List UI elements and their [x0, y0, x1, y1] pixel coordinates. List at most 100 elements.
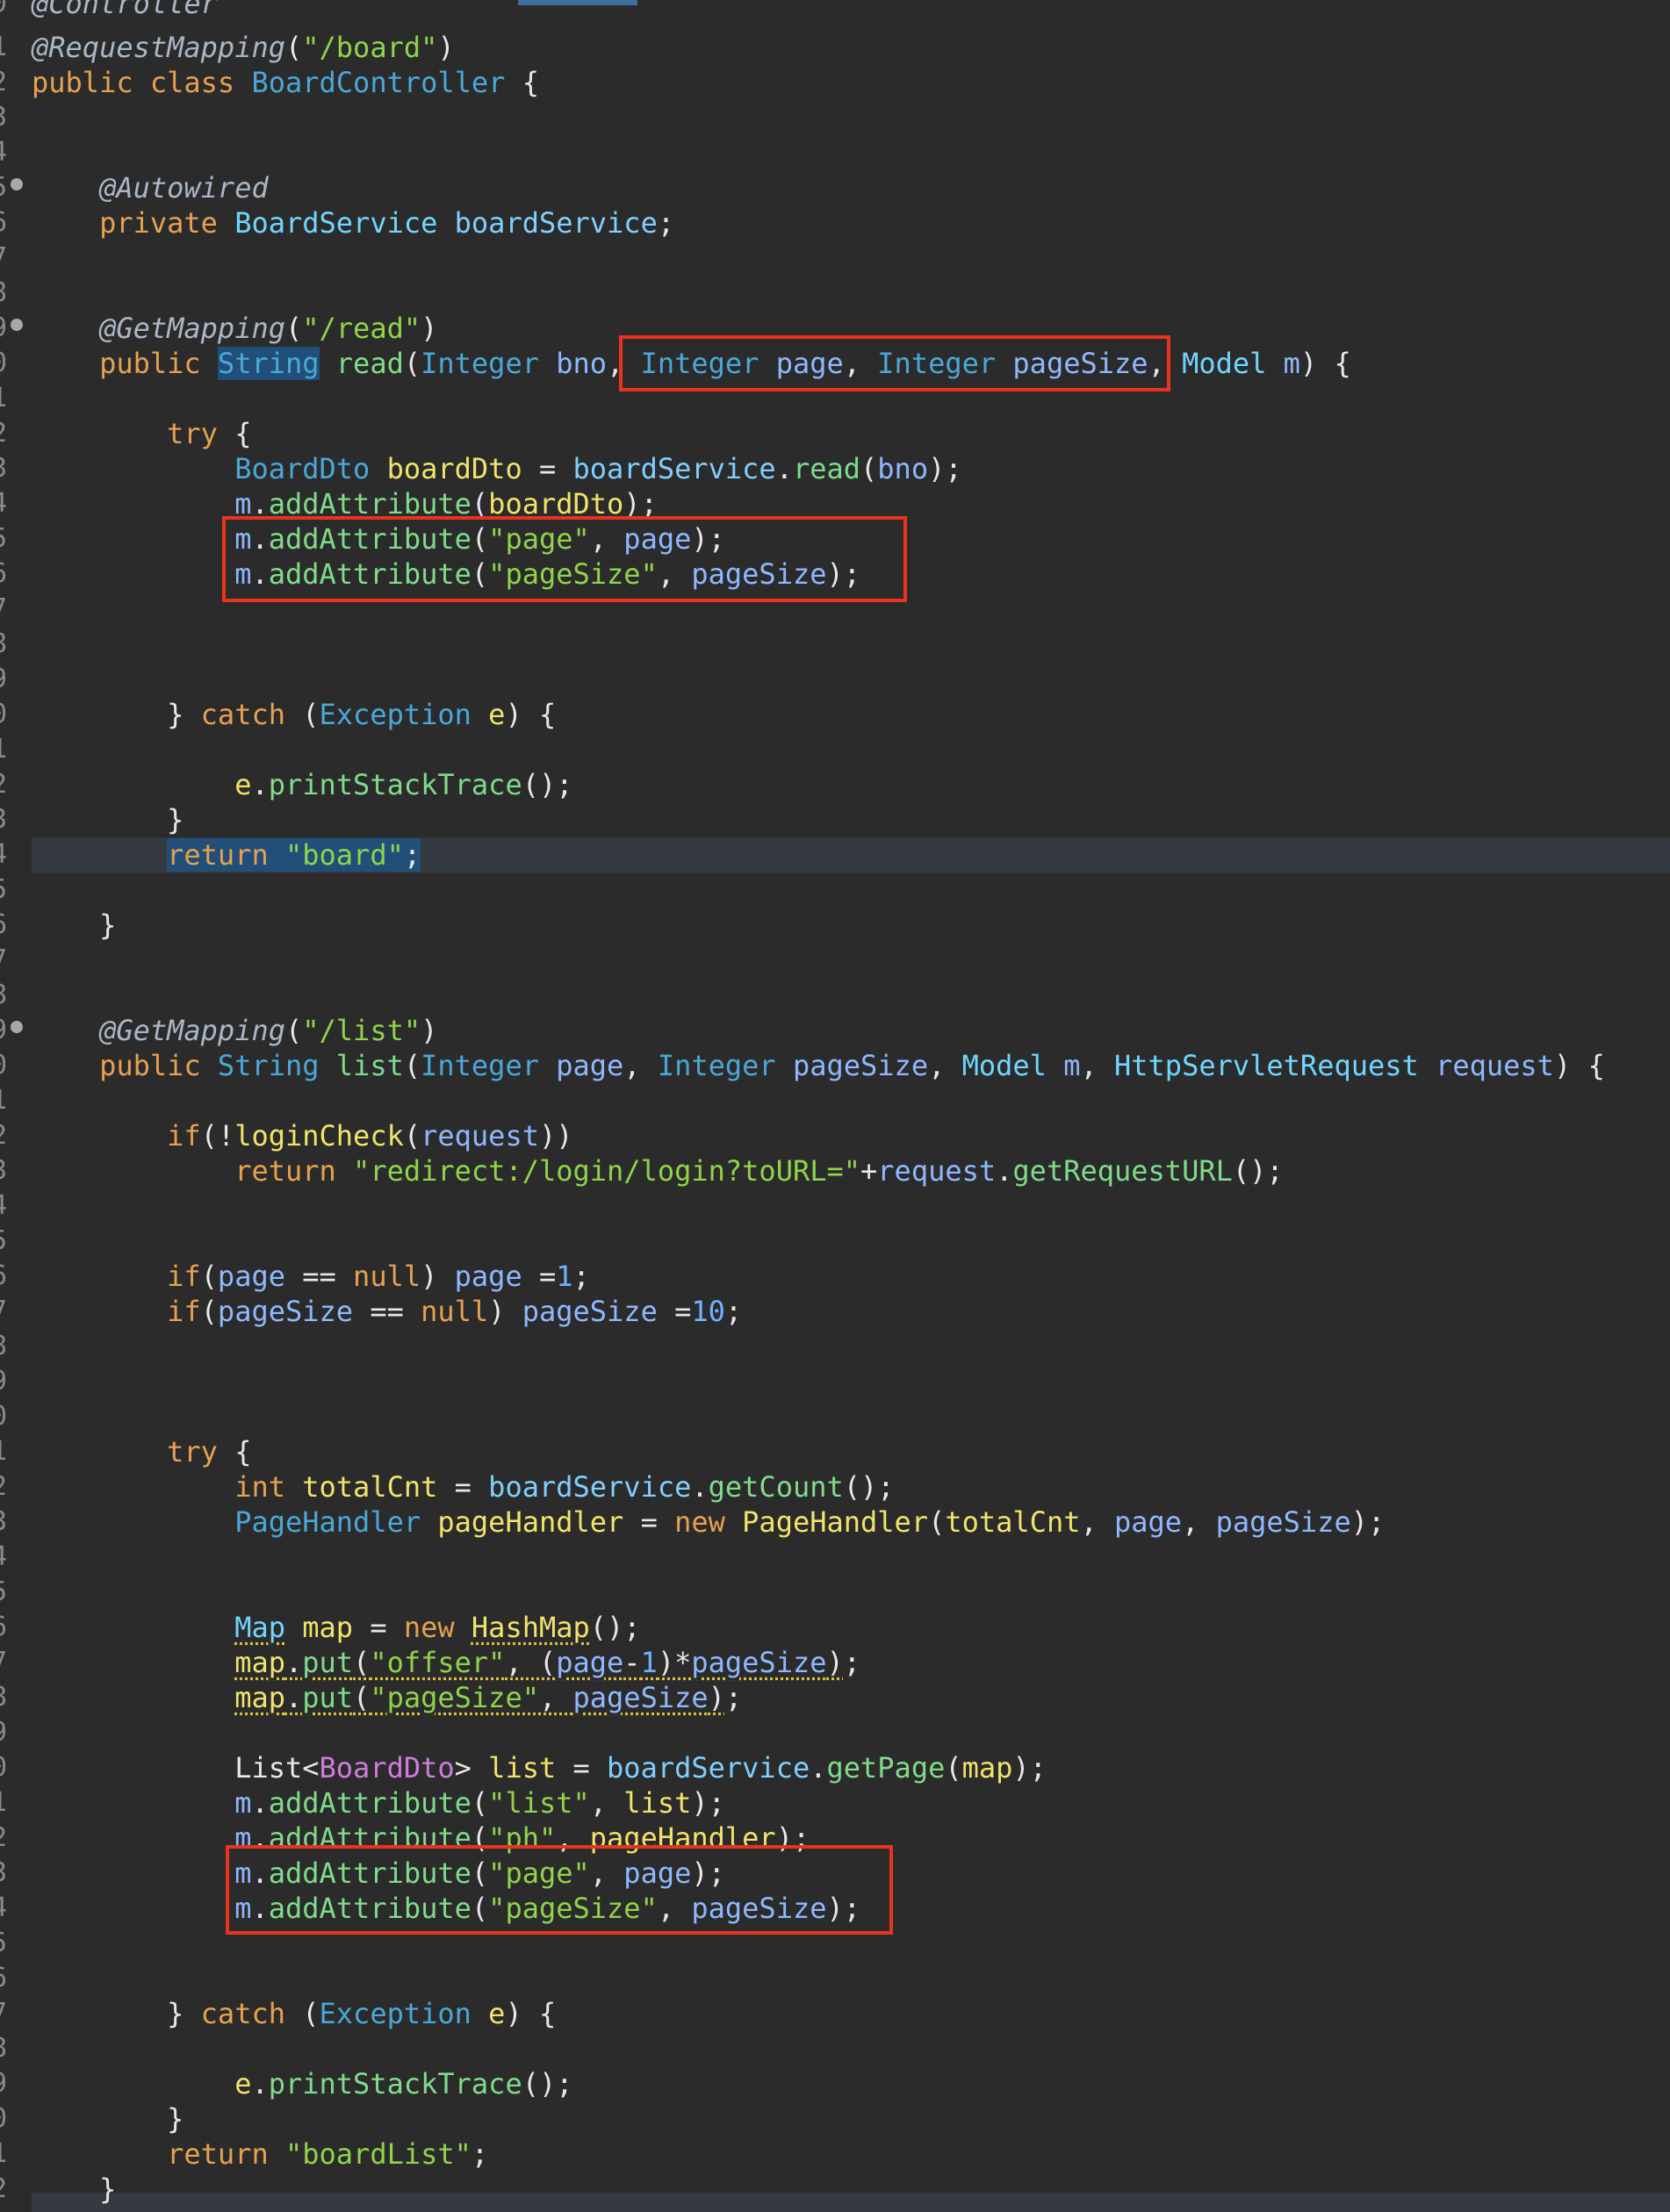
- code-line: if(page == null) page =1;: [167, 1260, 590, 1293]
- code-line: @GetMapping("/list"): [99, 1014, 438, 1047]
- code-line: try {: [167, 1435, 252, 1469]
- line-number: 8: [0, 2031, 7, 2066]
- line-number: 0: [0, 1048, 7, 1083]
- code-line: }: [99, 908, 117, 942]
- line-number: 9: [0, 2066, 7, 2101]
- line-number: 4: [0, 1189, 7, 1224]
- code-line: if(!loginCheck(request)): [167, 1119, 573, 1153]
- line-number: 0: [0, 1750, 7, 1785]
- line-number: 4: [0, 837, 7, 873]
- code-line: if(pageSize == null) pageSize =10;: [167, 1295, 743, 1328]
- code-line: }: [99, 2172, 117, 2206]
- line-number: 1: [0, 732, 7, 767]
- active-tab-indicator: [518, 0, 637, 5]
- line-number: 0: [0, 2101, 7, 2137]
- line-number: 5: [0, 1926, 7, 1961]
- line-number: 3: [0, 451, 7, 486]
- line-number: 9: [0, 1364, 7, 1399]
- highlight-box-list-attributes: [226, 1845, 893, 1935]
- line-number: 4: [0, 1891, 7, 1926]
- line-number: 3: [0, 1505, 7, 1540]
- fold-marker-icon[interactable]: [11, 178, 23, 190]
- code-line: public class BoardController {: [32, 66, 539, 99]
- class-name: BoardController: [251, 66, 506, 99]
- code-line: map.put("offser", (page-1)*pageSize);: [234, 1646, 861, 1679]
- code-line: PageHandler pageHandler = new PageHandle…: [234, 1505, 1386, 1539]
- line-number: 1: [0, 1434, 7, 1469]
- code-line: @RequestMapping("/board"): [32, 31, 455, 64]
- line-number: 5: [0, 1224, 7, 1259]
- line-number: 2: [0, 767, 7, 802]
- code-line: public String list(Integer page, Integer…: [99, 1049, 1605, 1082]
- selected-token: String: [217, 347, 320, 380]
- line-number: 3: [0, 100, 7, 135]
- line-number: 5: [0, 521, 7, 557]
- code-line: BoardDto boardDto = boardService.read(bn…: [234, 452, 962, 485]
- line-number: 1: [0, 381, 7, 416]
- line-number: 5: [0, 873, 7, 908]
- line-number: 5: [0, 170, 7, 205]
- code-line: e.printStackTrace();: [234, 768, 573, 801]
- line-number: 6: [0, 205, 7, 241]
- line-number: 9: [0, 1013, 7, 1048]
- code-line: try {: [167, 417, 252, 450]
- code-line: m.addAttribute("list", list);: [234, 1786, 725, 1820]
- line-number: 2: [0, 1118, 7, 1153]
- line-number: 1: [0, 1785, 7, 1821]
- code-line: return "boardList";: [167, 2137, 489, 2171]
- line-number: 9: [0, 311, 7, 346]
- line-number: 7: [0, 1645, 7, 1680]
- code-line: int totalCnt = boardService.getCount();: [234, 1470, 895, 1504]
- fold-marker-icon[interactable]: [11, 319, 23, 331]
- annotation: @Autowired: [99, 171, 269, 205]
- code-line: @Controller: [32, 0, 218, 21]
- line-number: 6: [0, 1610, 7, 1645]
- line-number: 7: [0, 592, 7, 627]
- code-line: @GetMapping("/read"): [99, 312, 438, 345]
- line-number: 9: [0, 1715, 7, 1750]
- line-number: 0: [0, 0, 7, 21]
- code-line: Map map = new HashMap();: [234, 1611, 641, 1644]
- line-number: 9: [0, 662, 7, 697]
- line-number: 2: [0, 1821, 7, 1856]
- line-number: 7: [0, 241, 7, 276]
- line-number: 2: [0, 2172, 7, 2207]
- line-number: 0: [0, 697, 7, 732]
- line-number: 2: [0, 65, 7, 100]
- code-line: return "redirect:/login/login?toURL="+re…: [234, 1154, 1284, 1188]
- annotation: @GetMapping: [99, 1014, 285, 1047]
- line-number: 4: [0, 135, 7, 170]
- code-editor[interactable]: 0 1 2 3 4 5 6 7 8 9 0 1 2 3 4 5 6 7 8 9 …: [0, 0, 1670, 2212]
- code-line: @Autowired: [32, 170, 269, 205]
- line-number: 6: [0, 557, 7, 592]
- highlight-box-read-attributes: [222, 516, 907, 602]
- code-line: }: [167, 2102, 184, 2136]
- current-line-highlight-bottom: [32, 2193, 1670, 2212]
- line-number: 8: [0, 1329, 7, 1364]
- line-number: 1: [0, 30, 7, 65]
- line-number: 8: [0, 1680, 7, 1715]
- line-number: 1: [0, 2137, 7, 2172]
- code-line-current: return "board";: [167, 838, 421, 872]
- line-number: 8: [0, 627, 7, 662]
- string-literal: "/board": [302, 31, 438, 64]
- annotation: @RequestMapping: [32, 31, 285, 64]
- line-number: 7: [0, 1294, 7, 1329]
- line-number: 8: [0, 978, 7, 1013]
- line-number: 3: [0, 1856, 7, 1891]
- line-number: 0: [0, 1399, 7, 1434]
- line-number: 6: [0, 1259, 7, 1294]
- line-number: 2: [0, 416, 7, 451]
- code-line: } catch (Exception e) {: [167, 698, 557, 731]
- highlight-box-read-params: [619, 335, 1170, 391]
- line-number: 4: [0, 1540, 7, 1575]
- code-line: private BoardService boardService;: [99, 206, 675, 240]
- line-number-gutter: 0 1 2 3 4 5 6 7 8 9 0 1 2 3 4 5 6 7 8 9 …: [0, 0, 28, 2212]
- line-number: 7: [0, 943, 7, 978]
- code-line: e.printStackTrace();: [234, 2067, 573, 2101]
- line-number: 3: [0, 1153, 7, 1189]
- code-line: }: [167, 803, 184, 837]
- fold-marker-icon[interactable]: [11, 1021, 23, 1033]
- line-number: 3: [0, 802, 7, 837]
- code-line: } catch (Exception e) {: [167, 1997, 557, 2030]
